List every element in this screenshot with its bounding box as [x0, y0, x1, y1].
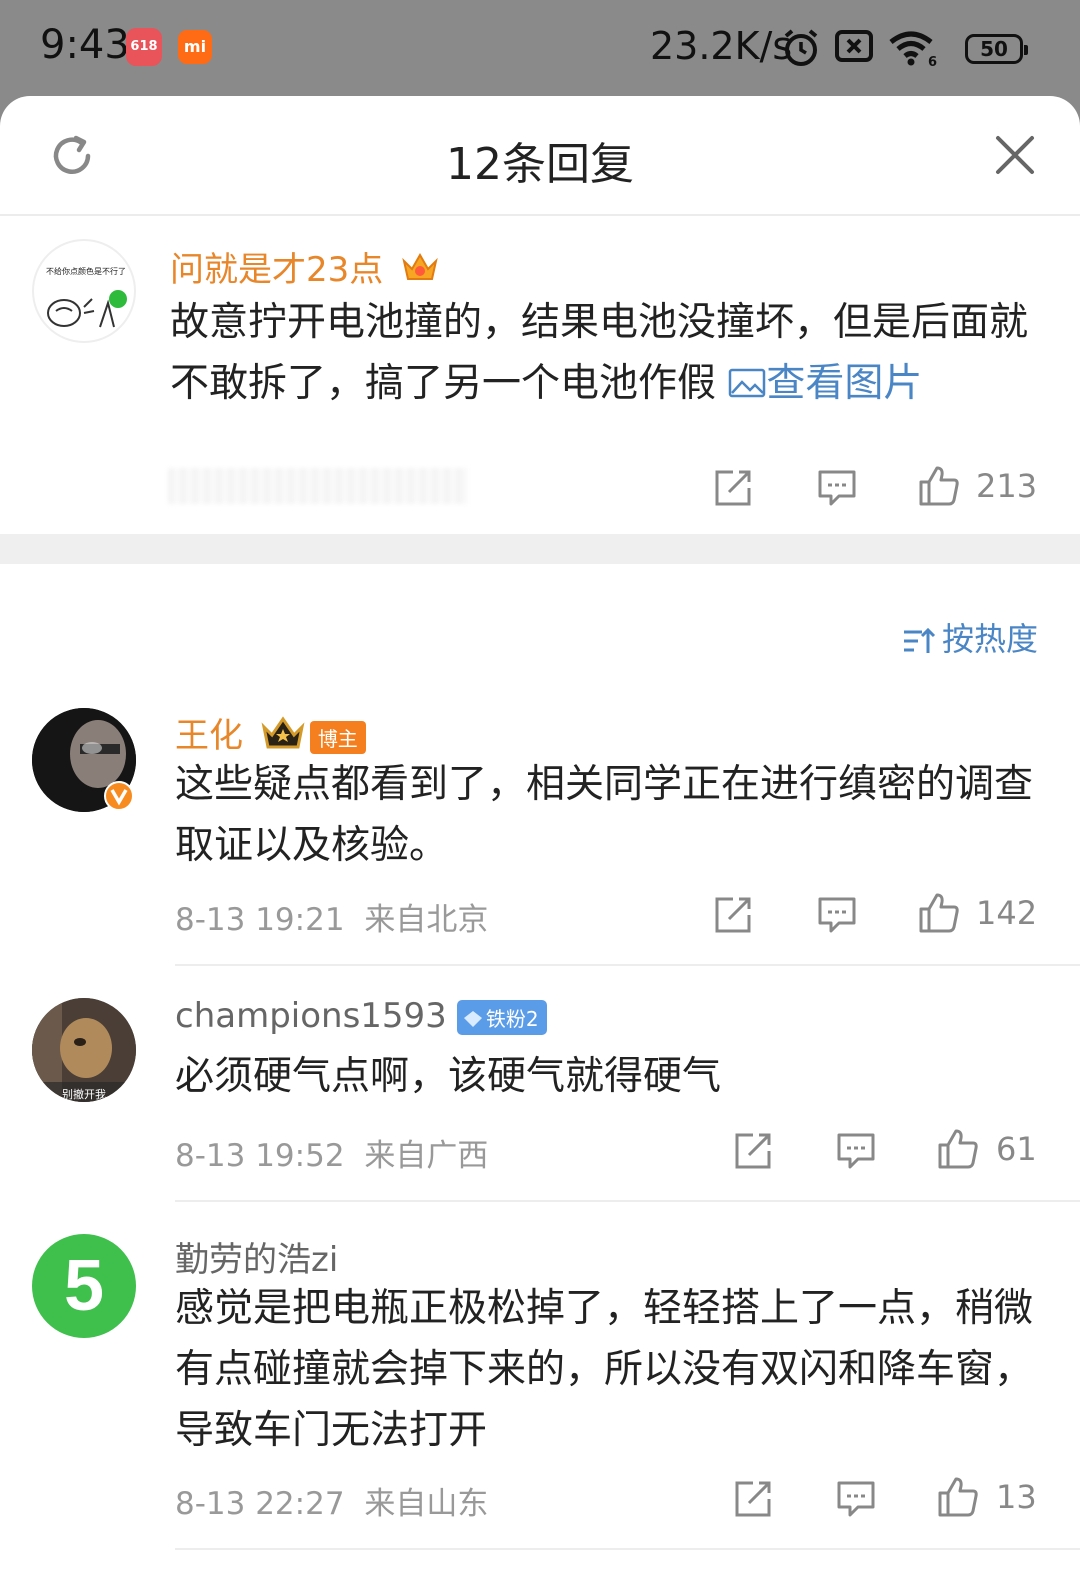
- image-icon: [729, 368, 766, 398]
- share-icon[interactable]: [733, 1479, 773, 1519]
- avatar-photo: 别撤开我: [32, 998, 136, 1102]
- section-separator: [0, 534, 1080, 564]
- svg-text:6: 6: [928, 55, 937, 68]
- username[interactable]: 王化 博主: [175, 708, 366, 757]
- like-count: 61: [996, 1130, 1037, 1168]
- username[interactable]: 勤劳的浩zi: [175, 1232, 338, 1281]
- view-image-link[interactable]: 查看图片: [728, 361, 922, 406]
- close-icon[interactable]: [994, 134, 1036, 176]
- like-icon[interactable]: [936, 1475, 980, 1519]
- avatar[interactable]: 5: [32, 1234, 136, 1338]
- reply-icon[interactable]: [817, 468, 857, 508]
- xiaomi-notification-icon: mi: [178, 30, 212, 64]
- no-sim-icon: [835, 30, 873, 62]
- like-icon[interactable]: [936, 1127, 980, 1171]
- status-time: 9:43: [40, 22, 130, 68]
- wifi-icon: 6: [889, 31, 937, 68]
- avatar-caption: 不给你点颜色是不行了: [46, 266, 126, 276]
- avatar[interactable]: 别撤开我: [32, 998, 136, 1102]
- like-count: 142: [976, 894, 1038, 932]
- fan-badge-label: 铁粉2: [485, 1007, 539, 1031]
- divider: [175, 1548, 1080, 1550]
- network-speed: 23.2K/s: [650, 24, 793, 68]
- comment-meta: 8-13 22:27 来自山东: [175, 1478, 488, 1523]
- comment-text: 这些疑点都看到了，相关同学正在进行缜密的调查取证以及核验。: [175, 762, 1034, 868]
- replies-sheet: 12条回复 不给你点颜色是不行了 问就是才23点 故意拧开电池撞的，结果电池没撞…: [0, 96, 1080, 1594]
- avatar-number: 5: [63, 1246, 105, 1326]
- blurred-meta: [168, 468, 468, 504]
- like-count: 213: [976, 467, 1038, 505]
- svg-text:别撤开我: 别撤开我: [62, 1087, 106, 1101]
- comment-location: 来自广西: [364, 1138, 489, 1174]
- username-text: 王化: [175, 716, 243, 756]
- share-icon[interactable]: [713, 895, 753, 935]
- username-text: champions1593: [175, 996, 447, 1036]
- verified-v-icon: [104, 781, 134, 811]
- comment-location: 来自北京: [364, 902, 489, 938]
- share-icon[interactable]: [733, 1131, 773, 1171]
- username[interactable]: champions1593 铁粉2: [175, 996, 547, 1036]
- comment-time: 8-13 19:52: [175, 1138, 345, 1174]
- divider: [175, 964, 1080, 966]
- comment-text: 必须硬气点啊，该硬气就得硬气: [175, 1054, 722, 1099]
- comment-meta: 8-13 19:21 来自北京: [175, 894, 488, 939]
- blogger-badge: 博主: [309, 721, 366, 754]
- alarm-icon: [784, 29, 818, 66]
- fan-badge: 铁粉2: [456, 1000, 547, 1035]
- sheet-header: 12条回复: [0, 96, 1080, 216]
- meme-avatar-image: 不给你点颜色是不行了: [46, 266, 127, 328]
- sort-icon: [904, 627, 936, 653]
- avatar[interactable]: 不给你点颜色是不行了: [32, 239, 136, 343]
- username[interactable]: 问就是才23点: [170, 242, 440, 291]
- like-icon[interactable]: [917, 464, 961, 508]
- like-icon[interactable]: [917, 891, 961, 935]
- reply-icon[interactable]: [836, 1131, 876, 1171]
- crown-badge-icon: [261, 716, 305, 749]
- comment-meta: 8-13 19:52 来自广西: [175, 1130, 488, 1175]
- app-notification-icon: 618: [126, 28, 162, 66]
- reply-icon[interactable]: [836, 1479, 876, 1519]
- comment-text: 故意拧开电池撞的，结果电池没撞坏，但是后面就不敢拆了，搞了另一个电池作假 查看图…: [170, 292, 1040, 414]
- comment-time: 8-13 22:27: [175, 1486, 345, 1522]
- like-count: 13: [996, 1478, 1037, 1516]
- comment-location: 来自山东: [364, 1486, 489, 1522]
- crown-badge-icon: [402, 252, 438, 280]
- comment-time: 8-13 19:21: [175, 902, 345, 938]
- diamond-icon: [463, 1011, 482, 1027]
- sort-button[interactable]: 按热度: [902, 614, 1038, 660]
- divider: [175, 1200, 1080, 1202]
- status-bar: 9:43 618 mi 23.2K/s 6 50: [0, 0, 1080, 96]
- battery-indicator: 50: [965, 34, 1028, 64]
- share-icon[interactable]: [713, 468, 753, 508]
- page-title: 12条回复: [446, 139, 634, 190]
- view-image-label: 查看图片: [766, 361, 923, 406]
- comment-text: 感觉是把电瓶正极松掉了，轻轻搭上了一点，稍微有点碰撞就会掉下来的，所以没有双闪和…: [175, 1286, 1034, 1453]
- sort-label: 按热度: [942, 620, 1039, 658]
- username-text: 问就是才23点: [170, 250, 384, 290]
- reply-icon[interactable]: [817, 895, 857, 935]
